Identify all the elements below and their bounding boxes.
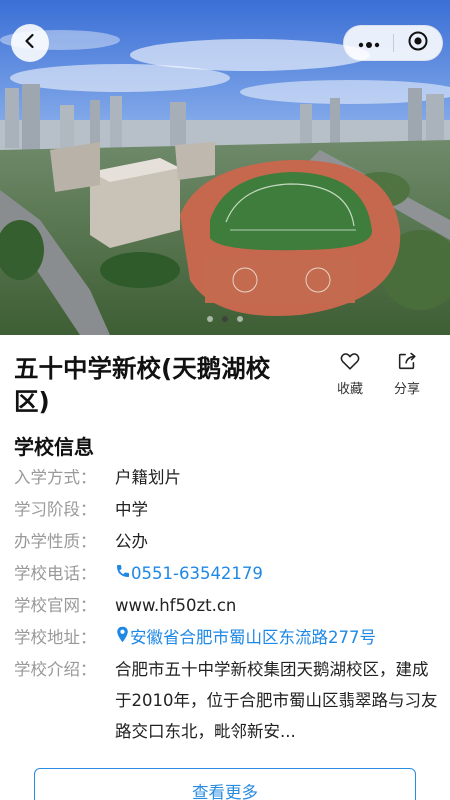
info-row-stage: 学习阶段： 中学 <box>14 494 439 526</box>
phone-link[interactable]: 0551-63542179 <box>115 558 263 590</box>
intro-text: 合肥市五十中学新校集团天鹅湖校区，建成于2010年，位于合肥市蜀山区翡翠路与习友… <box>115 660 438 741</box>
info-label: 学校地址： <box>14 628 97 647</box>
back-button[interactable] <box>11 24 49 62</box>
info-label: 学校介绍： <box>14 660 97 679</box>
phone-number: 0551-63542179 <box>131 564 263 583</box>
info-row-intro: 学校介绍： 合肥市五十中学新校集团天鹅湖校区，建成于2010年，位于合肥市蜀山区… <box>14 654 439 747</box>
info-value: 公办 <box>115 532 148 551</box>
school-header: 五十中学新校(天鹅湖校区) 收藏 分享 <box>14 350 434 420</box>
carousel-dot-active[interactable] <box>222 316 228 322</box>
info-value: 户籍划片 <box>115 468 181 487</box>
view-more-button[interactable]: 查看更多 <box>34 768 416 800</box>
carousel-indicator <box>0 316 450 322</box>
chevron-left-icon <box>21 32 39 54</box>
info-row-type: 办学性质： 公办 <box>14 526 439 558</box>
location-pin-icon <box>115 622 130 654</box>
share-label: 分享 <box>393 382 420 397</box>
carousel-dot[interactable] <box>207 316 213 322</box>
info-label: 入学方式： <box>14 468 97 487</box>
info-label: 学习阶段： <box>14 500 97 519</box>
address-link[interactable]: 安徽省合肥市蜀山区东流路277号 <box>115 622 376 654</box>
target-circle-icon <box>407 30 429 56</box>
share-icon <box>396 350 418 376</box>
info-row-phone: 学校电话： 0551-63542179 <box>14 558 439 590</box>
school-name: 五十中学新校(天鹅湖校区) <box>14 354 271 416</box>
more-dots-icon <box>358 34 380 53</box>
info-value: 中学 <box>115 500 148 519</box>
info-label: 学校电话： <box>14 564 97 583</box>
phone-icon <box>115 558 131 590</box>
info-label: 学校官网： <box>14 596 97 615</box>
info-label: 办学性质： <box>14 532 97 551</box>
website-value[interactable]: www.hf50zt.cn <box>115 590 236 622</box>
section-title: 学校信息 <box>14 435 94 459</box>
more-button[interactable] <box>344 25 393 61</box>
close-button[interactable] <box>394 25 442 61</box>
info-row-address: 学校地址： 安徽省合肥市蜀山区东流路277号 <box>14 622 439 654</box>
favorite-label: 收藏 <box>336 382 363 397</box>
info-row-enrollment: 入学方式： 户籍划片 <box>14 462 439 494</box>
carousel-dot[interactable] <box>237 316 243 322</box>
address-text: 安徽省合肥市蜀山区东流路277号 <box>130 628 376 647</box>
miniprogram-capsule <box>343 25 443 61</box>
favorite-button[interactable]: 收藏 <box>330 350 370 397</box>
share-button[interactable]: 分享 <box>387 350 427 397</box>
heart-icon <box>339 350 361 376</box>
info-row-website: 学校官网： www.hf50zt.cn <box>14 590 439 622</box>
